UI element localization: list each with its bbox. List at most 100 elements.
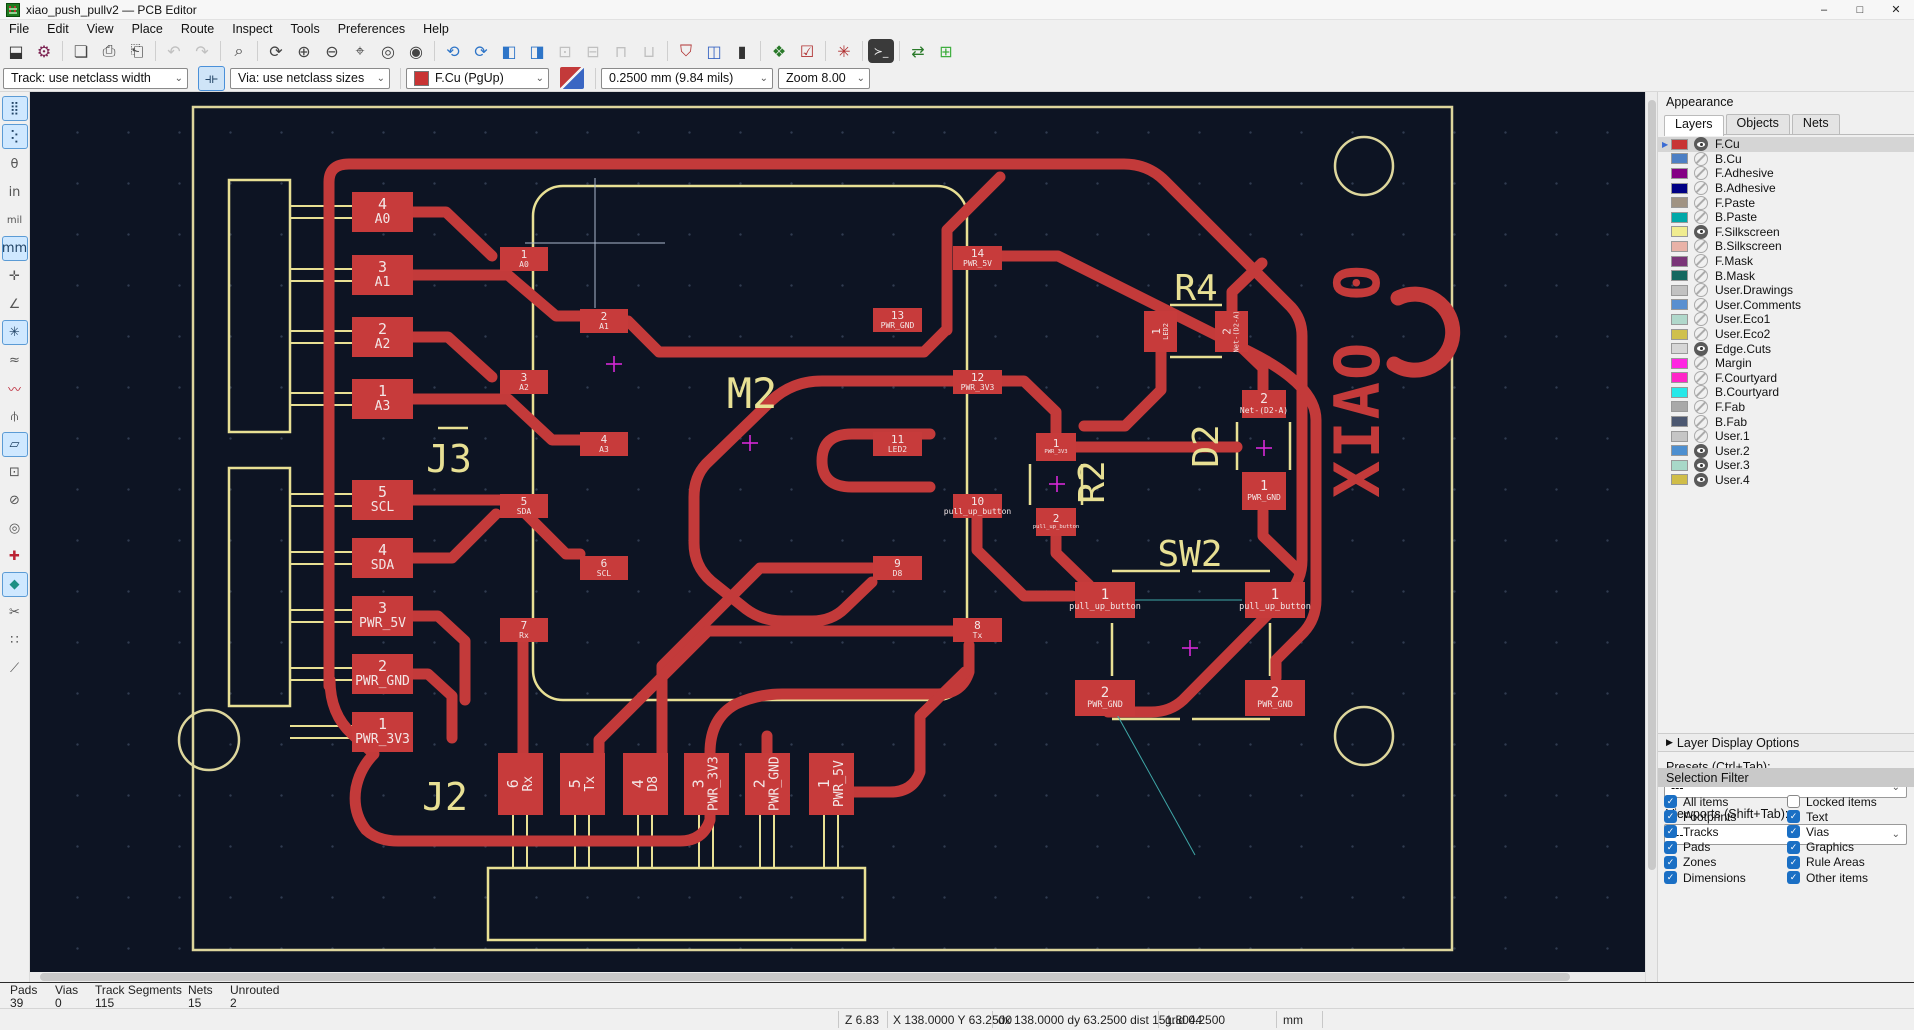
eye-hidden-icon[interactable] bbox=[1694, 166, 1708, 181]
pad-9-d8[interactable]: 9 D8 bbox=[873, 556, 922, 580]
find-button[interactable]: ⌕ bbox=[226, 39, 252, 63]
eye-hidden-icon[interactable] bbox=[1694, 297, 1708, 312]
pad-2-a2[interactable]: 2 A2 bbox=[352, 317, 413, 357]
layer-row-f-mask[interactable]: F.Mask bbox=[1658, 254, 1914, 269]
pad-5-tx[interactable]: 5 Tx bbox=[560, 753, 605, 815]
layer-pair-toggle[interactable] bbox=[560, 67, 584, 89]
eye-hidden-icon[interactable] bbox=[1694, 385, 1708, 400]
eye-hidden-icon[interactable] bbox=[1694, 239, 1708, 254]
board-setup-button[interactable]: ⚙ bbox=[31, 39, 57, 63]
pad-3-a2[interactable]: 3 A2 bbox=[500, 370, 548, 394]
print-button[interactable]: ⎙ bbox=[96, 39, 122, 63]
pad-2-pwr_gnd[interactable]: 2 PWR_GND bbox=[352, 654, 413, 694]
zoom-out-button[interactable]: ⊖ bbox=[319, 39, 345, 63]
refresh-button[interactable]: ⟳ bbox=[263, 39, 289, 63]
layer-color-swatch[interactable] bbox=[1671, 416, 1688, 428]
layer-row-f-cu[interactable]: ▶ F.Cu bbox=[1658, 137, 1914, 152]
rotate-cw-button[interactable]: ⟳ bbox=[468, 39, 494, 63]
layer-row-b-mask[interactable]: B.Mask bbox=[1658, 268, 1914, 283]
filter-graphics[interactable]: ✓ Graphics bbox=[1787, 840, 1910, 854]
eye-hidden-icon[interactable] bbox=[1694, 210, 1708, 225]
eye-hidden-icon[interactable] bbox=[1694, 370, 1708, 385]
menu-inspect[interactable]: Inspect bbox=[223, 20, 281, 37]
layer-color-swatch[interactable] bbox=[1671, 372, 1688, 384]
layer-color-swatch[interactable] bbox=[1671, 255, 1688, 267]
pad-1-led2[interactable]: 1 LED2 bbox=[1144, 311, 1177, 352]
filter-pads[interactable]: ✓ Pads bbox=[1664, 840, 1787, 854]
grid-style-button[interactable]: ∷ bbox=[2, 628, 28, 653]
mirror-button[interactable]: ◨ bbox=[524, 39, 550, 63]
ratsnest-show-button[interactable]: ✳ bbox=[1, 320, 28, 345]
eye-hidden-icon[interactable] bbox=[1694, 254, 1708, 269]
vias-sketch-button[interactable]: ✚ bbox=[2, 544, 28, 569]
zone-fill-button[interactable]: ◆ bbox=[1, 572, 28, 597]
eye-visible-icon[interactable] bbox=[1694, 458, 1708, 473]
tab-layers[interactable]: Layers bbox=[1664, 115, 1724, 136]
layer-color-swatch[interactable] bbox=[1671, 313, 1688, 325]
pad-8-tx[interactable]: 8 Tx bbox=[953, 618, 1002, 642]
checkbox[interactable]: ✓ bbox=[1787, 855, 1800, 869]
eye-visible-icon[interactable] bbox=[1694, 224, 1708, 239]
menu-file[interactable]: File bbox=[0, 20, 38, 37]
tab-objects[interactable]: Objects bbox=[1725, 114, 1790, 134]
layer-row-user-3[interactable]: User.3 bbox=[1658, 458, 1914, 473]
layer-row-b-silkscreen[interactable]: B.Silkscreen bbox=[1658, 239, 1914, 254]
pad-1-pull_up_button[interactable]: 1 pull_up_button bbox=[1069, 582, 1141, 618]
eye-hidden-icon[interactable] bbox=[1694, 151, 1708, 166]
filter-rule-areas[interactable]: ✓ Rule Areas bbox=[1787, 855, 1910, 869]
layer-color-swatch[interactable] bbox=[1671, 459, 1688, 471]
high-contrast-button[interactable]: ▮ bbox=[729, 39, 755, 63]
filter-dimensions[interactable]: ✓ Dimensions bbox=[1664, 871, 1787, 885]
pad-3-a1[interactable]: 3 A1 bbox=[352, 255, 413, 295]
menu-edit[interactable]: Edit bbox=[38, 20, 78, 37]
tracks-sketch-button[interactable]: 〰 bbox=[2, 376, 28, 401]
layer-row-edge-cuts[interactable]: Edge.Cuts bbox=[1658, 341, 1914, 356]
filter-tracks[interactable]: ✓ Tracks bbox=[1664, 825, 1787, 839]
filter-other-items[interactable]: ✓ Other items bbox=[1787, 871, 1910, 885]
plot-button[interactable]: ⎗ bbox=[124, 39, 150, 63]
layer-row-user-2[interactable]: User.2 bbox=[1658, 443, 1914, 458]
layer-color-swatch[interactable] bbox=[1671, 138, 1688, 150]
layer-color-swatch[interactable] bbox=[1671, 182, 1688, 194]
layer-color-swatch[interactable] bbox=[1671, 401, 1688, 413]
save-button[interactable]: ⬓ bbox=[3, 39, 29, 63]
layer-color-swatch[interactable] bbox=[1671, 430, 1688, 442]
eye-visible-icon[interactable] bbox=[1694, 472, 1708, 487]
eye-hidden-icon[interactable] bbox=[1694, 414, 1708, 429]
close-button[interactable]: ✕ bbox=[1878, 0, 1914, 19]
filter-zones[interactable]: ✓ Zones bbox=[1664, 855, 1787, 869]
drc-angle-button[interactable]: ∠ bbox=[2, 292, 28, 317]
layer-color-swatch[interactable] bbox=[1671, 226, 1688, 238]
pad-2-a1[interactable]: 2 A1 bbox=[580, 309, 628, 333]
pad-6-rx[interactable]: 6 Rx bbox=[498, 753, 543, 815]
layer-row-user-4[interactable]: User.4 bbox=[1658, 472, 1914, 488]
layer-color-swatch[interactable] bbox=[1671, 328, 1688, 340]
crosshair-style-button[interactable]: ✛ bbox=[2, 264, 28, 289]
zones-outline-button[interactable]: ▱ bbox=[1, 432, 28, 457]
layer-row-f-paste[interactable]: F.Paste bbox=[1658, 195, 1914, 210]
drc-button[interactable]: ☑ bbox=[794, 39, 820, 63]
filter-text[interactable]: ✓ Text bbox=[1787, 810, 1910, 824]
pad-1-pwr_3v3[interactable]: 1 PWR_3V3 bbox=[352, 712, 413, 752]
footprint-editor-button[interactable]: ⛉ bbox=[673, 39, 699, 63]
filter-locked-items[interactable]: Locked items bbox=[1787, 795, 1910, 809]
eye-hidden-icon[interactable] bbox=[1694, 356, 1708, 371]
rotate-ccw-button[interactable]: ⟲ bbox=[440, 39, 466, 63]
layer-color-swatch[interactable] bbox=[1671, 211, 1688, 223]
page-settings-button[interactable]: ❏ bbox=[68, 39, 94, 63]
eye-hidden-icon[interactable] bbox=[1694, 283, 1708, 298]
layer-color-swatch[interactable] bbox=[1671, 167, 1688, 179]
eye-visible-icon[interactable] bbox=[1694, 341, 1708, 356]
pad-1-a0[interactable]: 1 A0 bbox=[500, 247, 548, 271]
maximize-button[interactable]: □ bbox=[1842, 0, 1878, 19]
pad-6-scl[interactable]: 6 SCL bbox=[580, 556, 628, 580]
layer-color-swatch[interactable] bbox=[1671, 343, 1688, 355]
via-size-combo[interactable]: Via: use netclass sizes ⌄ bbox=[230, 67, 390, 89]
layer-color-swatch[interactable] bbox=[1671, 474, 1688, 486]
layer-color-swatch[interactable] bbox=[1671, 284, 1688, 296]
checkbox[interactable]: ✓ bbox=[1787, 871, 1800, 885]
pad-2-net-(d2-a)[interactable]: 2 Net-(D2-A) bbox=[1240, 390, 1288, 418]
pad-3-pwr_5v[interactable]: 3 PWR_5V bbox=[352, 596, 413, 636]
eye-visible-icon[interactable] bbox=[1694, 137, 1708, 152]
layer-color-swatch[interactable] bbox=[1671, 153, 1688, 165]
